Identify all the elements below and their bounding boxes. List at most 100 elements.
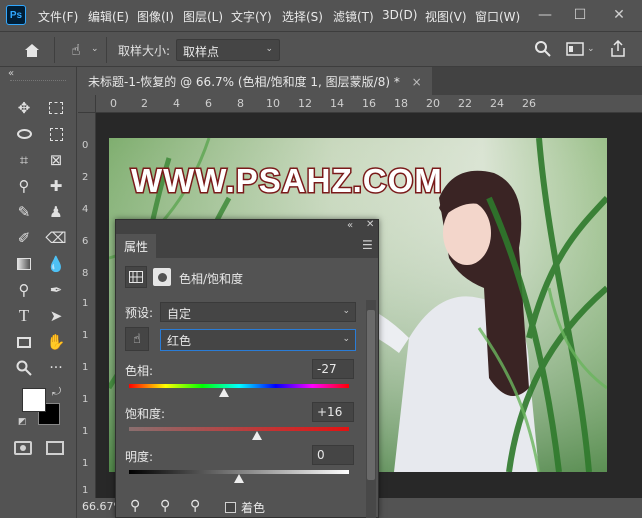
swap-colors-icon[interactable]: ⤾ <box>52 385 61 399</box>
close-tab-icon[interactable]: × <box>412 75 422 89</box>
stamp-tool-icon[interactable]: ♟ <box>44 200 68 224</box>
collapse-icon[interactable]: « <box>8 68 14 79</box>
pen-tool-icon[interactable]: ✒ <box>44 278 68 302</box>
layer-mask-button[interactable] <box>153 268 171 286</box>
minimize-button[interactable]: — <box>530 0 560 30</box>
ruler-tick: 1 <box>82 362 89 373</box>
panel-header[interactable]: « ✕ <box>116 219 378 234</box>
lightness-slider-thumb[interactable] <box>234 474 244 483</box>
zoom-tool-icon[interactable] <box>12 356 36 380</box>
path-select-tool-icon[interactable]: ➤ <box>44 304 68 328</box>
grip[interactable] <box>10 80 66 82</box>
workspace-button[interactable] <box>566 41 584 57</box>
search-icon <box>535 41 551 57</box>
watermark-text: WWW.PSAHZ.COM <box>130 161 444 201</box>
menu-type[interactable]: 文字(Y) <box>231 8 272 25</box>
saturation-slider-track[interactable] <box>129 427 349 431</box>
menu-select[interactable]: 选择(S) <box>282 8 323 25</box>
hue-slider-thumb[interactable] <box>218 388 229 397</box>
menu-image[interactable]: 图像(I) <box>137 8 174 25</box>
ruler-tick: 1 <box>82 485 89 496</box>
healing-brush-tool-icon[interactable]: ✚ <box>44 174 68 198</box>
menu-view[interactable]: 视图(V) <box>425 8 467 25</box>
close-panel-icon[interactable]: ✕ <box>366 219 374 230</box>
tab-properties[interactable]: 属性 <box>116 234 157 258</box>
lightness-label: 明度: <box>125 450 154 464</box>
ruler-tick: 0 <box>82 140 89 151</box>
preset-label: 预设: <box>125 306 154 320</box>
photoshop-logo-icon[interactable]: Ps <box>6 5 26 25</box>
type-tool-icon[interactable]: T <box>12 304 36 328</box>
panel-menu-icon[interactable]: ☰ <box>362 238 373 252</box>
menu-edit[interactable]: 编辑(E) <box>88 8 129 25</box>
dodge-tool-icon[interactable]: ⚲ <box>12 278 36 302</box>
share-button[interactable] <box>610 39 628 58</box>
ruler-tick: 10 <box>266 97 280 110</box>
targeted-adjustment-button[interactable]: ☝ <box>125 327 149 351</box>
horizontal-ruler[interactable]: 0 2 4 6 8 10 12 14 16 18 20 22 24 26 <box>96 95 642 113</box>
search-button[interactable] <box>534 40 554 60</box>
eyedropper-tool-icon[interactable]: ⚲ <box>12 174 36 198</box>
channel-select[interactable]: 红色 ⌄ <box>160 329 356 351</box>
foreground-color-swatch[interactable] <box>22 388 46 412</box>
crop-tool-icon[interactable]: ⌗ <box>12 148 36 172</box>
lasso-tool-icon[interactable] <box>12 122 36 146</box>
ruler-tick: 20 <box>426 97 440 110</box>
hue-value-input[interactable]: -27 <box>312 359 354 379</box>
eyedropper-icon[interactable]: ⚲ <box>130 498 140 514</box>
hue-slider-track[interactable] <box>129 384 349 388</box>
ruler-tick: 22 <box>458 97 472 110</box>
ruler-tick: 12 <box>298 97 312 110</box>
vertical-ruler[interactable]: 0 2 4 6 8 1 1 1 1 1 1 1 <box>78 113 96 498</box>
gradient-tool-icon[interactable] <box>12 252 36 276</box>
adjustment-type-button[interactable] <box>125 266 147 288</box>
panel-scrollbar[interactable] <box>366 300 376 518</box>
eyedropper-subtract-icon[interactable]: ⚲ <box>190 498 200 514</box>
menu-3d[interactable]: 3D(D) <box>382 8 417 22</box>
lightness-value-input[interactable]: 0 <box>312 445 354 465</box>
saturation-value-input[interactable]: +16 <box>312 402 354 422</box>
menu-filter[interactable]: 滤镜(T) <box>333 8 374 25</box>
marquee-tool-icon[interactable] <box>44 96 68 120</box>
rectangle-tool-icon[interactable] <box>12 330 36 354</box>
move-tool-icon[interactable]: ✥ <box>12 96 36 120</box>
sample-size-select[interactable]: 取样点 ⌄ <box>176 39 280 61</box>
maximize-button[interactable]: ☐ <box>565 0 595 30</box>
blur-tool-icon[interactable]: 💧 <box>44 252 68 276</box>
close-window-button[interactable]: ✕ <box>604 0 634 30</box>
collapse-panel-icon[interactable]: « <box>347 220 353 231</box>
scrollbar-thumb[interactable] <box>367 310 375 480</box>
saturation-slider-thumb[interactable] <box>251 431 262 440</box>
preset-select[interactable]: 自定 ⌄ <box>160 302 356 322</box>
eyedropper-add-icon[interactable]: ⚲ <box>160 498 170 514</box>
frame-tool-icon[interactable]: ⊠ <box>44 148 68 172</box>
home-button[interactable] <box>20 39 44 61</box>
ruler-tick: 14 <box>330 97 344 110</box>
divider <box>54 37 55 63</box>
quick-mask-icon[interactable] <box>14 441 32 455</box>
brush-tool-icon[interactable]: ✎ <box>12 200 36 224</box>
ruler-corner[interactable] <box>78 95 96 113</box>
eyedropper-hand-tool-icon[interactable]: ☝ <box>64 39 88 61</box>
menu-layer[interactable]: 图层(L) <box>183 8 223 25</box>
object-select-tool-icon[interactable] <box>44 122 68 146</box>
mask-icon <box>157 272 167 282</box>
menu-window[interactable]: 窗口(W) <box>475 8 520 25</box>
menu-file[interactable]: 文件(F) <box>38 8 78 25</box>
saturation-label: 饱和度: <box>125 407 166 421</box>
eraser-tool-icon[interactable]: ⌫ <box>44 226 68 250</box>
ruler-tick: 1 <box>82 330 89 341</box>
tools-panel: « ✥ ⌗ ⊠ ⚲ ✚ ✎ ♟ ✐ ⌫ 💧 ⚲ ✒ T ➤ ✋ ··· ⤾ ◩ <box>0 67 77 518</box>
default-colors-icon[interactable]: ◩ <box>18 417 27 427</box>
document-tab[interactable]: 未标题-1-恢复的 @ 66.7% (色相/饱和度 1, 图层蒙版/8) * × <box>78 67 432 95</box>
chevron-down-icon[interactable]: ⌄ <box>91 44 99 54</box>
channel-value: 红色 <box>167 334 192 348</box>
more-tools-icon[interactable]: ··· <box>44 356 68 380</box>
chevron-down-icon[interactable]: ⌄ <box>587 44 595 54</box>
colorize-checkbox[interactable] <box>225 502 236 513</box>
history-brush-tool-icon[interactable]: ✐ <box>12 226 36 250</box>
hand-pointer-icon: ☝ <box>133 331 141 347</box>
panel-tab-bar: 属性 ☰ <box>116 234 378 258</box>
screen-mode-icon[interactable] <box>46 441 64 455</box>
hand-tool-icon[interactable]: ✋ <box>44 330 68 354</box>
